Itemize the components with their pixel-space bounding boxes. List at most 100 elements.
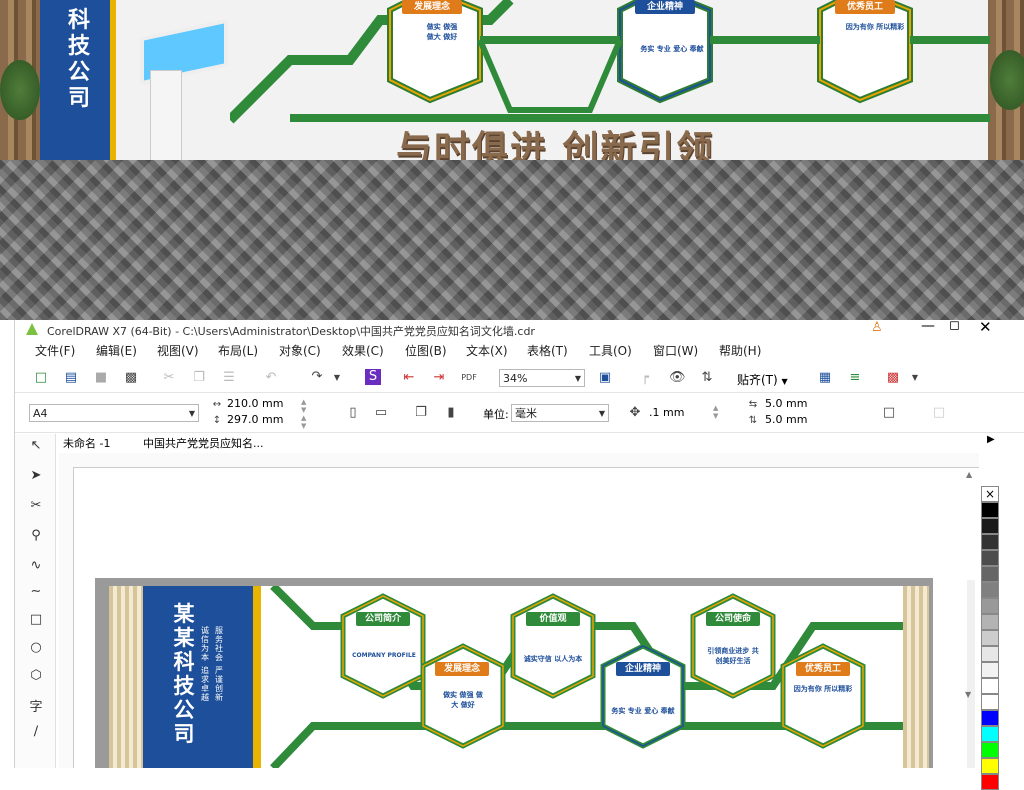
menu-window[interactable]: 窗口(W): [653, 342, 698, 359]
horizontal-ruler[interactable]: [59, 453, 979, 468]
portrait-icon[interactable]: ▯: [345, 405, 361, 421]
paste-icon[interactable]: ☰: [221, 370, 237, 386]
undo-icon[interactable]: ↶: [263, 370, 279, 386]
tab-current-document[interactable]: 中国共产党党员应知名...: [143, 435, 264, 451]
close-button[interactable]: ✕: [979, 318, 992, 336]
user-icon[interactable]: ♙: [871, 320, 883, 335]
all-pages-icon[interactable]: ❐: [413, 405, 429, 421]
export-icon[interactable]: ⇥: [431, 370, 447, 386]
menu-object[interactable]: 对象(C): [279, 342, 321, 359]
open-folder-icon[interactable]: ▤: [63, 370, 79, 386]
shape-tool-icon[interactable]: ➤: [27, 468, 45, 486]
doc-brand-text: 某某科技公司: [173, 602, 195, 746]
tab-untitled[interactable]: 未命名 -1: [63, 435, 110, 451]
artistic-media-tool-icon[interactable]: ∼: [27, 584, 45, 602]
color-swatch[interactable]: [981, 566, 999, 582]
color-swatch[interactable]: [981, 694, 999, 710]
render-card-text-2: 做大 做好: [426, 33, 458, 41]
options-icon[interactable]: ▩: [885, 370, 901, 386]
color-swatch[interactable]: [981, 598, 999, 614]
menu-file[interactable]: 文件(F): [35, 342, 75, 359]
tabs-scroll-right-icon[interactable]: ▶: [987, 434, 995, 445]
color-swatch[interactable]: [981, 742, 999, 758]
duplicate-y-field[interactable]: 5.0 mm: [765, 413, 807, 426]
polygon-tool-icon[interactable]: ⬡: [27, 668, 45, 686]
scrollbar-track[interactable]: [967, 580, 975, 768]
color-swatch[interactable]: [981, 582, 999, 598]
menu-help[interactable]: 帮助(H): [719, 342, 761, 359]
no-color-swatch[interactable]: ×: [981, 486, 999, 502]
show-grid-icon[interactable]: 👁: [669, 370, 686, 386]
menu-tools[interactable]: 工具(O): [589, 342, 632, 359]
color-swatch[interactable]: [981, 662, 999, 678]
text-tool-icon[interactable]: 字: [27, 696, 45, 715]
ellipse-tool-icon[interactable]: ○: [27, 640, 45, 658]
import-icon[interactable]: ⇤: [401, 370, 417, 386]
minimize-button[interactable]: —: [921, 318, 935, 334]
menu-bitmaps[interactable]: 位图(B): [405, 342, 447, 359]
options-dropdown-icon[interactable]: ▼: [907, 370, 923, 386]
zoom-level-dropdown[interactable]: 34% ▼: [499, 369, 585, 387]
save-icon[interactable]: ■: [93, 370, 109, 386]
pick-tool-icon[interactable]: ↖: [27, 438, 45, 456]
print-icon[interactable]: ▩: [123, 370, 139, 386]
landscape-icon[interactable]: ▭: [373, 405, 389, 421]
plant-right: [990, 50, 1024, 110]
vertical-ruler[interactable]: [59, 467, 74, 768]
color-swatch[interactable]: [981, 518, 999, 534]
crop-tool-icon[interactable]: ✂: [27, 498, 45, 516]
search-content-icon[interactable]: S: [365, 369, 381, 385]
cut-icon[interactable]: ✂: [161, 370, 177, 386]
color-swatch[interactable]: [981, 550, 999, 566]
full-screen-icon[interactable]: ▣: [597, 370, 613, 386]
color-swatch[interactable]: [981, 614, 999, 630]
color-swatch[interactable]: [981, 534, 999, 550]
nudge-distance-field[interactable]: .1 mm: [649, 406, 684, 419]
page-width-field[interactable]: 210.0 mm: [227, 397, 283, 410]
color-swatch[interactable]: [981, 646, 999, 662]
menu-view[interactable]: 视图(V): [157, 342, 199, 359]
copy-icon[interactable]: ❐: [191, 370, 207, 386]
options-page-icon[interactable]: □: [931, 405, 947, 421]
nudge-spinner[interactable]: ▲ ▼: [713, 404, 718, 420]
rectangle-tool-icon[interactable]: □: [27, 612, 45, 630]
menu-table[interactable]: 表格(T): [527, 342, 568, 359]
color-swatch[interactable]: [981, 726, 999, 742]
menu-text[interactable]: 文本(X): [466, 342, 508, 359]
guidelines-icon[interactable]: ⇅: [699, 370, 715, 386]
maximize-button[interactable]: ◻: [949, 318, 960, 333]
menu-edit[interactable]: 编辑(E): [96, 342, 137, 359]
application-launcher-icon[interactable]: ≡: [847, 370, 863, 386]
zoom-tool-icon[interactable]: ⚲: [27, 528, 45, 546]
color-swatch[interactable]: [981, 502, 999, 518]
current-page-icon[interactable]: ▮: [443, 405, 459, 421]
welcome-screen-icon[interactable]: ▦: [817, 370, 833, 386]
document-design[interactable]: 某某科技公司 诚信为本 追求卓越 服务社会 严谨创新 公司简介 COMPANY …: [109, 586, 929, 768]
page-size-value: A4: [33, 407, 48, 420]
scroll-down-icon[interactable]: ▼: [965, 690, 971, 699]
new-document-icon[interactable]: □: [33, 370, 49, 386]
treat-as-filled-icon[interactable]: □: [881, 405, 897, 421]
color-swatch[interactable]: [981, 710, 999, 726]
color-swatch[interactable]: [981, 630, 999, 646]
scroll-up-icon[interactable]: ▲: [966, 470, 972, 479]
redo-dropdown-icon[interactable]: ▼: [329, 370, 345, 386]
units-dropdown[interactable]: 毫米 ▼: [511, 404, 609, 422]
menu-layout[interactable]: 布局(L): [218, 342, 258, 359]
page-size-dropdown[interactable]: A4 ▼: [29, 404, 199, 422]
height-spinner[interactable]: ▲ ▼: [301, 414, 306, 430]
redo-icon[interactable]: ↷: [309, 369, 325, 385]
width-spinner[interactable]: ▲ ▼: [301, 398, 306, 414]
vertical-scrollbar[interactable]: ▼: [965, 580, 977, 768]
freehand-tool-icon[interactable]: ∿: [27, 558, 45, 576]
publish-pdf-icon[interactable]: PDF: [461, 370, 477, 386]
duplicate-x-field[interactable]: 5.0 mm: [765, 397, 807, 410]
menu-effects[interactable]: 效果(C): [342, 342, 384, 359]
snap-to-dropdown[interactable]: 贴齐(T) ▼: [737, 371, 788, 388]
page-height-field[interactable]: 297.0 mm: [227, 413, 283, 426]
show-rulers-icon[interactable]: ┍: [637, 370, 653, 386]
color-swatch[interactable]: [981, 758, 999, 774]
color-swatch[interactable]: [981, 678, 999, 694]
parallel-dimension-tool-icon[interactable]: ∕: [27, 724, 45, 742]
color-swatch[interactable]: [981, 774, 999, 790]
